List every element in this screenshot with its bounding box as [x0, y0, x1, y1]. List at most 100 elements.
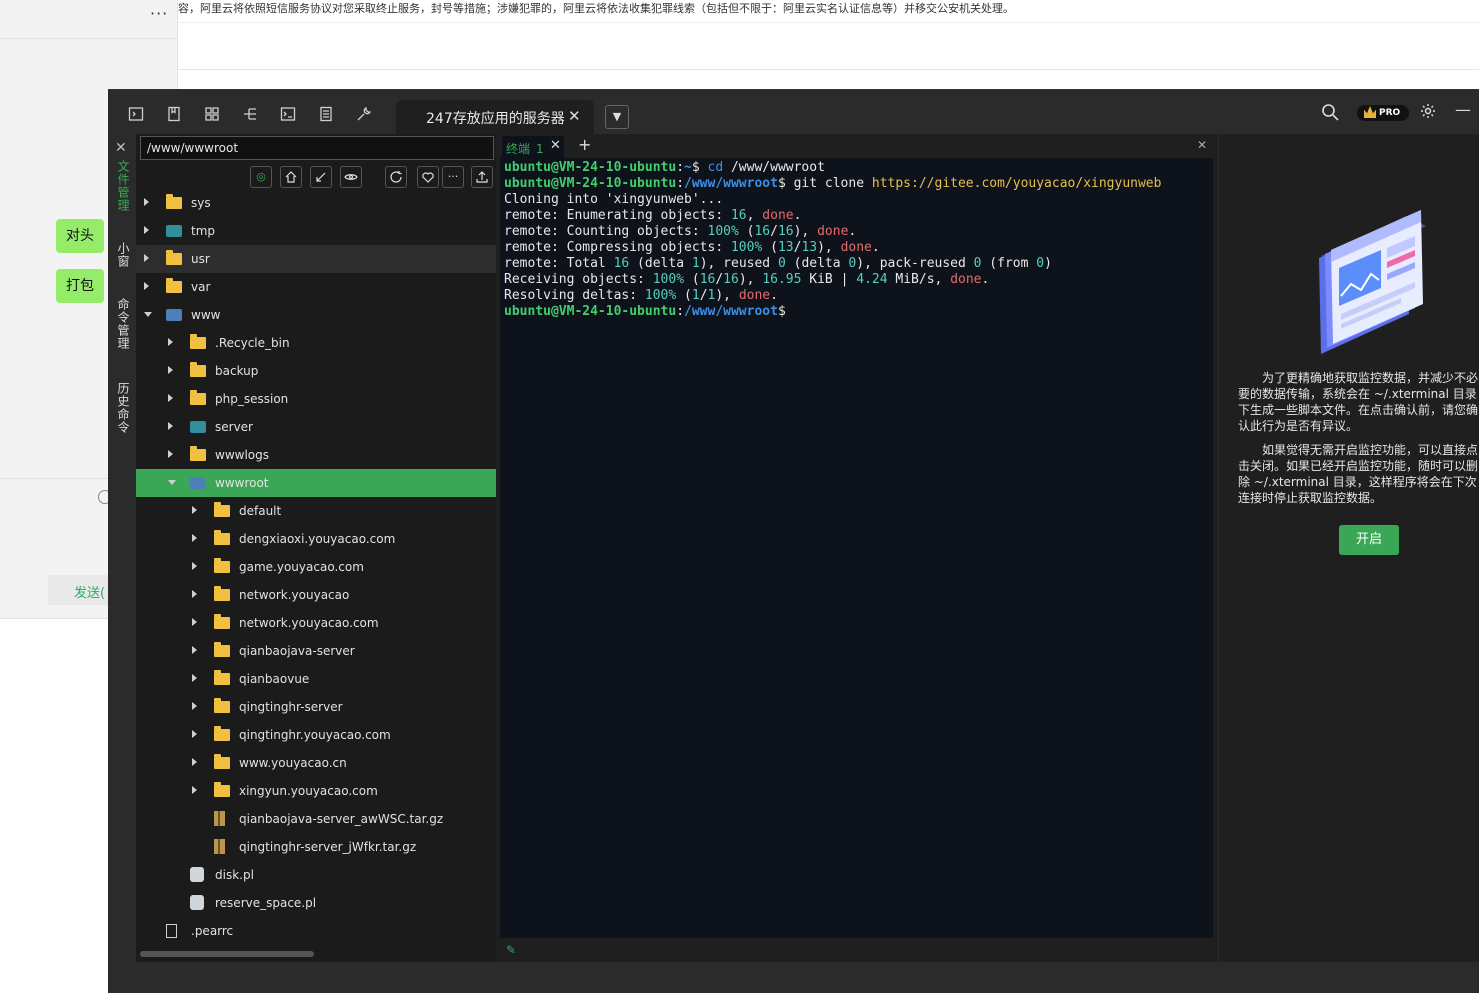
chevron-right-icon[interactable] [144, 226, 149, 234]
console-icon[interactable] [280, 106, 296, 122]
horizontal-scrollbar[interactable] [140, 951, 314, 957]
chevron-right-icon[interactable] [192, 646, 197, 654]
path-input[interactable] [140, 136, 494, 160]
tree-item[interactable]: qianbaovue [136, 665, 496, 693]
tree-item[interactable]: .Recycle_bin [136, 329, 496, 357]
tree-item[interactable]: default [136, 497, 496, 525]
tree-item[interactable]: usr [136, 245, 496, 273]
chevron-right-icon[interactable] [144, 282, 149, 290]
tree-item[interactable]: wwwlogs [136, 441, 496, 469]
tree-item[interactable]: sys [136, 189, 496, 217]
tree-item-label: php_session [215, 392, 289, 406]
terminal-output[interactable]: ubuntu@VM-24-10-ubuntu:~$ cd /www/wwwroo… [504, 160, 1161, 320]
chevron-right-icon[interactable] [192, 702, 197, 710]
terminal-panel[interactable]: 终端 1 ✕ + ✕ ubuntu@VM-24-10-ubuntu:~$ cd /… [500, 134, 1213, 962]
tree-item[interactable]: php_session [136, 385, 496, 413]
tree-item-label: xingyun.youyacao.com [239, 784, 378, 798]
close-icon[interactable]: ✕ [568, 107, 581, 125]
chevron-right-icon[interactable] [192, 534, 197, 542]
document-icon[interactable] [318, 106, 334, 122]
chevron-right-icon[interactable] [192, 674, 197, 682]
tag-duitou[interactable]: 对头 [56, 219, 104, 253]
title-bar: 247存放应用的服务器 ✕ ▼ PRO — [108, 90, 1479, 134]
tree-icon[interactable] [242, 106, 258, 122]
chevron-right-icon[interactable] [192, 730, 197, 738]
tree-item[interactable]: server [136, 413, 496, 441]
upload-icon[interactable] [471, 166, 493, 188]
tree-item[interactable]: qingtinghr.youyacao.com [136, 721, 496, 749]
chevron-right-icon[interactable] [192, 758, 197, 766]
tree-item[interactable]: .pearrc [136, 917, 496, 945]
chevron-down-icon[interactable]: ▼ [605, 105, 629, 129]
locate-icon[interactable]: ◎ [250, 166, 272, 188]
tag-dabao[interactable]: 打包 [56, 269, 104, 303]
tree-item[interactable]: qingtinghr-server [136, 693, 496, 721]
tree-item[interactable]: qingtinghr-server_jWfkr.tar.gz [136, 833, 496, 861]
enable-monitor-button[interactable]: 开启 [1339, 525, 1399, 555]
chevron-down-icon[interactable] [144, 312, 152, 317]
tree-item[interactable]: var [136, 273, 496, 301]
chevron-right-icon[interactable] [168, 450, 173, 458]
refresh-icon[interactable] [385, 166, 407, 188]
minimize-icon[interactable]: — [1455, 100, 1471, 119]
close-icon[interactable]: ✕ [550, 138, 561, 153]
tree-item[interactable]: qianbaojava-server_awWSC.tar.gz [136, 805, 496, 833]
eye-icon[interactable] [340, 166, 362, 188]
heart-icon[interactable] [417, 166, 439, 188]
archive-icon [214, 839, 225, 854]
chevron-right-icon[interactable] [144, 198, 149, 206]
tree-item[interactable]: qianbaojava-server [136, 637, 496, 665]
nav-command-manager[interactable]: 命令管理 [115, 298, 132, 350]
wrench-icon[interactable] [356, 106, 372, 122]
terminal-tab[interactable]: 终端 1 ✕ [502, 136, 564, 158]
tree-item[interactable]: network.youyacao.com [136, 609, 496, 637]
nav-file-manager[interactable]: 文件管理 [115, 160, 132, 212]
terminal-line: ubuntu@VM-24-10-ubuntu:/www/wwwroot$ git… [504, 176, 1162, 191]
folder-icon [214, 530, 230, 545]
chevron-right-icon[interactable] [192, 590, 197, 598]
terminal-icon[interactable] [128, 106, 144, 122]
more-icon[interactable]: ··· [442, 166, 464, 188]
nav-history-command[interactable]: 历史命令 [115, 382, 132, 434]
pen-icon[interactable]: ✎ [506, 943, 516, 957]
tree-item[interactable]: disk.pl [136, 861, 496, 889]
tree-item[interactable]: tmp [136, 217, 496, 245]
chevron-right-icon[interactable] [192, 562, 197, 570]
tree-item[interactable]: xingyun.youyacao.com [136, 777, 496, 805]
bookmark-icon[interactable] [166, 106, 182, 122]
tree-item[interactable]: reserve_space.pl [136, 889, 496, 917]
grid-icon[interactable] [204, 106, 220, 122]
add-tab-icon[interactable]: + [578, 135, 591, 154]
tree-item[interactable]: wwwroot [136, 469, 496, 497]
chevron-right-icon[interactable] [144, 254, 149, 262]
tree-item[interactable]: www [136, 301, 496, 329]
chevron-right-icon[interactable] [168, 366, 173, 374]
gear-icon[interactable] [1420, 103, 1436, 122]
close-icon[interactable]: ✕ [1197, 138, 1207, 152]
tree-item[interactable]: www.youyacao.cn [136, 749, 496, 777]
crown-icon [1364, 106, 1376, 118]
tree-item[interactable]: dengxiaoxi.youyacao.com [136, 525, 496, 553]
chevron-right-icon[interactable] [192, 786, 197, 794]
tree-item-label: qingtinghr-server_jWfkr.tar.gz [239, 840, 417, 854]
tree-item-label: reserve_space.pl [215, 896, 317, 910]
tree-item[interactable]: game.youyacao.com [136, 553, 496, 581]
nav-mini-window[interactable]: 小窗 [115, 242, 132, 268]
tree-item[interactable]: backup [136, 357, 496, 385]
search-icon[interactable] [1321, 103, 1339, 124]
home-icon[interactable] [280, 166, 302, 188]
file-manager-panel: ◎ ··· sys tmp usr var www .Recycle_binbackup p… [136, 134, 496, 962]
chevron-right-icon[interactable] [168, 394, 173, 402]
chevron-right-icon[interactable] [192, 506, 197, 514]
chevron-right-icon[interactable] [168, 338, 173, 346]
chevron-right-icon[interactable] [192, 618, 197, 626]
chevron-right-icon[interactable] [168, 422, 173, 430]
chevron-down-icon[interactable] [168, 480, 176, 485]
script-icon [190, 895, 204, 910]
session-tab[interactable]: 247存放应用的服务器 ✕ [396, 100, 594, 134]
tree-item[interactable]: network.youyacao [136, 581, 496, 609]
pro-badge[interactable]: PRO [1357, 105, 1409, 121]
collapse-icon[interactable] [310, 166, 332, 188]
close-icon[interactable]: ✕ [115, 140, 127, 156]
more-icon[interactable]: ··· [150, 4, 168, 23]
